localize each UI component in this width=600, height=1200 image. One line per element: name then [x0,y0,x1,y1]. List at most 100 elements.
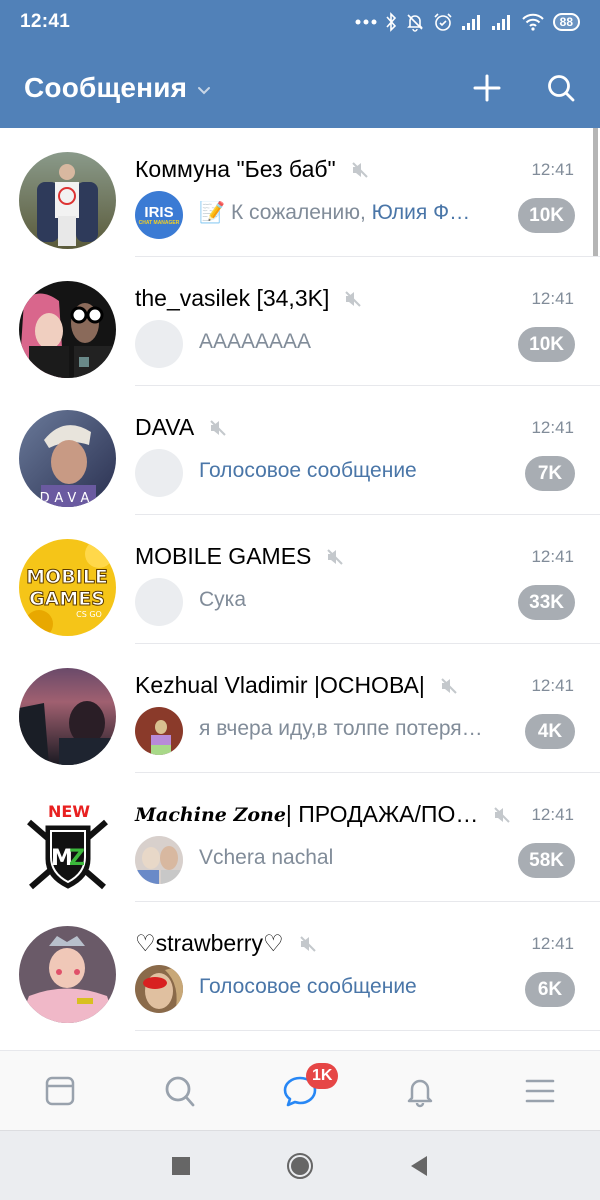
chat-time: 12:41 [531,289,574,308]
back-triangle-icon [409,1155,429,1177]
chat-name: MOBILE GAMES [135,543,345,570]
toolbar: Сообщения [0,58,600,118]
news-icon [44,1075,76,1107]
conversation-row[interactable]: the_vasilek [34,3K] 12:41 АААААААА 10K [0,257,600,386]
chat-name: Machine Zone | ПРОДАЖА/ПО… [135,801,512,828]
unread-count-badge: 33K [518,585,575,620]
muted-icon [492,805,512,825]
svg-text:NEW: NEW [48,802,90,821]
new-conversation-button[interactable] [472,73,502,103]
chat-name: the_vasilek [34,3K] [135,285,363,312]
app-header: 12:41 88 Сообщения [0,0,600,128]
unread-count-badge: 4K [525,714,575,749]
menu-icon [524,1077,556,1105]
status-time: 12:41 [20,11,71,32]
svg-text:GAMES: GAMES [29,588,105,610]
svg-text:CS GO: CS GO [76,610,102,619]
chat-avatar: DAVA [19,410,116,507]
conversation-row[interactable]: MOBILE GAMES CS GO MOBILE GAMES 12:41 Сука… [0,515,600,644]
chat-avatar: M Z NEW [19,797,116,894]
message-preview: Vchera nachal [199,846,334,869]
sender-avatar [135,965,183,1013]
chat-avatar [19,281,116,378]
tab-news[interactable] [0,1051,120,1131]
status-icons: 88 [355,12,580,32]
battery-indicator: 88 [552,13,580,31]
muted-icon [439,676,459,696]
conversation-row[interactable]: Коммуна "Без баб" 12:41 IRIS CHAT MANAGE… [0,128,600,257]
messages-unread-badge: 1K [306,1062,339,1089]
chat-avatar [19,926,116,1023]
unread-count-badge: 10K [518,198,575,233]
chat-name: DAVA [135,414,228,441]
conversation-row[interactable]: M Z NEW Machine Zone | ПРОДАЖА/ПО… 12:41 V… [0,773,600,902]
sender-avatar [135,836,183,884]
muted-icon [298,934,318,954]
notifications-icon [404,1074,436,1108]
alarm-icon [433,12,453,32]
conversation-row[interactable]: DAVA DAVA 12:41 Голосовое сообщение 7K [0,386,600,515]
divider [135,1030,600,1031]
recents-button[interactable] [171,1156,191,1176]
search-icon [163,1074,197,1108]
sender-avatar-placeholder [135,449,183,497]
bottom-tab-bar: 1K [0,1050,600,1130]
conversation-row[interactable]: ♡strawberry♡ 12:41 Голосовое сообщение 6… [0,902,600,1031]
message-preview: 📝 К сожалению, Юлия Ф… [199,201,471,224]
tab-menu[interactable] [480,1051,600,1131]
sender-avatar: IRIS CHAT MANAGER [135,191,183,239]
iris-logo-subtitle: CHAT MANAGER [138,219,180,226]
status-bar: 12:41 88 [0,0,600,44]
back-button[interactable] [409,1155,429,1177]
system-navigation-bar [0,1130,600,1200]
sender-avatar-placeholder [135,578,183,626]
sender-avatar [135,707,183,755]
tab-messages[interactable]: 1K [240,1051,360,1131]
muted-icon [325,547,345,567]
messages-screen: 12:41 88 Сообщения Коммуна "Без баб" 12:… [0,0,600,1200]
iris-logo: IRIS [144,203,174,221]
chat-name: ♡strawberry♡ [135,930,318,957]
wifi-icon [521,13,545,31]
conversation-list: Коммуна "Без баб" 12:41 IRIS CHAT MANAGE… [0,128,600,1050]
unread-count-badge: 58K [518,843,575,878]
chevron-down-icon[interactable] [197,86,211,95]
muted-icon [350,160,370,180]
chat-name: Коммуна "Без баб" [135,156,370,183]
sender-avatar-placeholder [135,320,183,368]
home-button[interactable] [286,1152,314,1180]
more-dots-icon [355,18,377,26]
chat-time: 12:41 [531,547,574,566]
page-title[interactable]: Сообщения [24,72,187,104]
search-button[interactable] [546,73,576,103]
bluetooth-icon [385,12,397,32]
message-preview: Голосовое сообщение [199,975,417,998]
chat-time: 12:41 [531,160,574,179]
tab-notifications[interactable] [360,1051,480,1131]
tab-search[interactable] [120,1051,240,1131]
svg-text:DAVA: DAVA [40,491,95,506]
unread-count-badge: 7K [525,456,575,491]
chat-name: Kezhual Vladimir |ОСНОВА| [135,672,459,699]
chat-time: 12:41 [531,676,574,695]
chat-time: 12:41 [531,418,574,437]
svg-text:MOBILE: MOBILE [26,566,108,588]
search-icon [546,73,576,103]
home-circle-icon [286,1152,314,1180]
message-preview: Голосовое сообщение [199,459,417,482]
svg-text:Z: Z [69,846,85,871]
message-preview: я вчера иду,в толпе потеря… [199,717,483,740]
chat-time: 12:41 [531,934,574,953]
muted-icon [343,289,363,309]
conversation-row[interactable]: Kezhual Vladimir |ОСНОВА| 12:41 я вчера … [0,644,600,773]
chat-avatar [19,668,116,765]
unread-count-badge: 6K [525,972,575,1007]
message-preview: Сука [199,588,246,611]
signal-icon [461,14,483,30]
square-icon [171,1156,191,1176]
bell-off-icon [405,12,425,32]
plus-icon [472,73,502,103]
chat-avatar: MOBILE GAMES CS GO [19,539,116,636]
unread-count-badge: 10K [518,327,575,362]
chat-time: 12:41 [531,805,574,824]
